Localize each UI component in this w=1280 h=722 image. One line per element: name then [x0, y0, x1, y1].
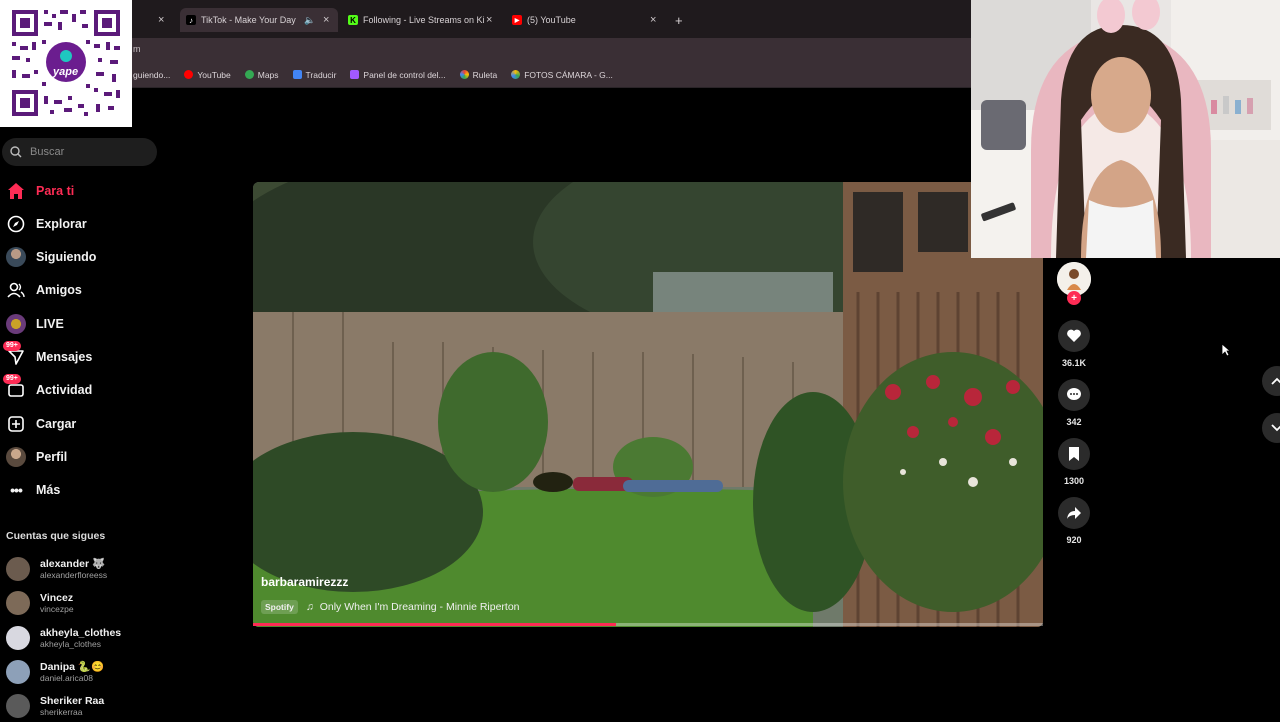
speaker-icon[interactable]: 🔈	[304, 15, 315, 26]
bookmark-item[interactable]: Traducir	[292, 70, 336, 80]
avatar	[6, 694, 30, 718]
tab-label: Following - Live Streams on Ki	[363, 15, 485, 25]
new-tab-button[interactable]: +	[675, 8, 683, 32]
heart-icon[interactable]	[1058, 320, 1090, 352]
profile-avatar-icon	[6, 447, 26, 467]
music-note-icon: ♫	[305, 601, 314, 613]
url-text: m	[133, 44, 141, 54]
webcam-overlay	[971, 0, 1280, 258]
followed-account[interactable]: Sheriker Raa sherikerraa	[6, 690, 104, 722]
video-progress-bar[interactable]	[253, 623, 1043, 626]
tab-tiktok[interactable]: ♪ TikTok - Make Your Day 🔈 ×	[180, 8, 338, 32]
nav-mensajes[interactable]: 99+ Mensajes	[3, 341, 92, 369]
drive-icon	[511, 70, 521, 79]
save-count: 1300	[1063, 476, 1085, 486]
maps-icon	[244, 70, 254, 79]
nav-cargar[interactable]: Cargar	[6, 412, 76, 436]
search-placeholder: Buscar	[30, 146, 65, 158]
tab-label: (5) YouTube	[527, 15, 576, 25]
nav-perfil[interactable]: Perfil	[6, 445, 67, 469]
comment-icon[interactable]	[1058, 379, 1090, 411]
youtube-icon: ▶	[512, 15, 522, 25]
video-progress-fill	[253, 623, 617, 626]
kick-icon: K	[348, 15, 358, 25]
messages-icon: 99+	[3, 341, 26, 367]
spotify-tag: Spotify	[261, 600, 298, 614]
video-frame	[253, 182, 1043, 627]
nav-para-ti[interactable]: Para ti	[6, 179, 74, 203]
video-author[interactable]: barbaramirezzz	[261, 575, 348, 589]
nav-actividad[interactable]: 99+ Actividad	[3, 374, 92, 402]
bookmark-item[interactable]: Ruleta	[459, 70, 497, 80]
nav-explorar[interactable]: Explorar	[6, 212, 87, 236]
following-accounts-title: Cuentas que sigues	[6, 530, 106, 542]
friends-icon	[6, 280, 26, 300]
panel-icon	[350, 70, 360, 79]
tab-kick[interactable]: K Following - Live Streams on Ki ×	[348, 8, 498, 32]
youtube-icon	[184, 70, 194, 79]
bookmark-item[interactable]: YouTube	[184, 70, 231, 80]
like-count: 36.1K	[1061, 358, 1087, 368]
bookmark-item[interactable]: Panel de control del...	[350, 70, 446, 80]
bookmark-item[interactable]: Maps	[244, 70, 279, 80]
yape-logo-text: yape	[53, 66, 79, 78]
search-icon	[10, 146, 22, 158]
tab-close-button[interactable]: ×	[323, 14, 329, 26]
activity-icon: 99+	[3, 374, 26, 400]
share-action[interactable]: 920	[1058, 497, 1090, 545]
search-input[interactable]: Buscar	[2, 138, 157, 166]
translate-icon	[292, 70, 302, 79]
next-video-button[interactable]	[1262, 413, 1280, 443]
followed-account[interactable]: Danipa 🐍😊 daniel.arica08	[6, 656, 104, 688]
nav-amigos[interactable]: Amigos	[6, 278, 82, 302]
compass-icon	[6, 214, 26, 234]
share-icon[interactable]	[1058, 497, 1090, 529]
share-count: 920	[1066, 535, 1082, 545]
video-player[interactable]	[253, 182, 1043, 627]
cursor-icon	[1221, 343, 1231, 357]
followed-account[interactable]: alexander 🐺 alexanderfloreess	[6, 553, 107, 585]
follow-button[interactable]: +	[1067, 291, 1081, 305]
chevron-up-icon	[1271, 377, 1280, 385]
chevron-down-icon	[1271, 424, 1280, 432]
comment-action[interactable]: 342	[1058, 379, 1090, 427]
comment-count: 342	[1066, 417, 1082, 427]
tab-label: TikTok - Make Your Day	[201, 15, 296, 25]
like-action[interactable]: 36.1K	[1058, 320, 1090, 368]
avatar	[6, 557, 30, 581]
following-avatar-icon	[6, 247, 26, 267]
tiktok-icon: ♪	[186, 15, 196, 25]
activity-badge: 99+	[3, 374, 21, 384]
music-title: Only When I'm Dreaming - Minnie Riperton	[319, 601, 520, 613]
messages-badge: 99+	[3, 341, 21, 351]
yape-qr-code: yape	[0, 0, 132, 127]
home-icon	[6, 181, 26, 201]
previous-video-button[interactable]	[1262, 366, 1280, 396]
live-icon	[6, 314, 26, 334]
avatar	[6, 626, 30, 650]
bookmark-icon[interactable]	[1058, 438, 1090, 470]
nav-siguiendo[interactable]: Siguiendo	[6, 245, 96, 269]
avatar	[6, 660, 30, 684]
nav-mas[interactable]: ••• Más	[6, 478, 60, 502]
upload-icon	[6, 414, 26, 434]
bookmark-item[interactable]: FOTOS CÁMARA - G...	[511, 70, 613, 80]
tab-close-button[interactable]: ×	[650, 14, 656, 26]
roulette-icon	[459, 70, 469, 79]
address-bar[interactable]: m	[0, 38, 971, 62]
followed-account[interactable]: akheyla_clothes akheyla_clothes	[6, 622, 121, 654]
bookmarks-bar: guiendo... YouTube Maps Traducir Panel d…	[0, 62, 971, 88]
more-icon: •••	[10, 482, 23, 498]
followed-account[interactable]: Vincez vincezpe	[6, 587, 74, 619]
music-row[interactable]: Spotify ♫ Only When I'm Dreaming - Minni…	[261, 600, 520, 614]
tab-youtube[interactable]: ▶ (5) YouTube ×	[512, 8, 662, 32]
tab-close-button[interactable]: ×	[486, 14, 492, 26]
save-action[interactable]: 1300	[1058, 438, 1090, 486]
bookmark-item[interactable]: guiendo...	[133, 70, 170, 80]
nav-live[interactable]: LIVE	[6, 312, 64, 336]
avatar	[6, 591, 30, 615]
browser-tab-bar: × ♪ TikTok - Make Your Day 🔈 × K Followi…	[0, 0, 971, 38]
